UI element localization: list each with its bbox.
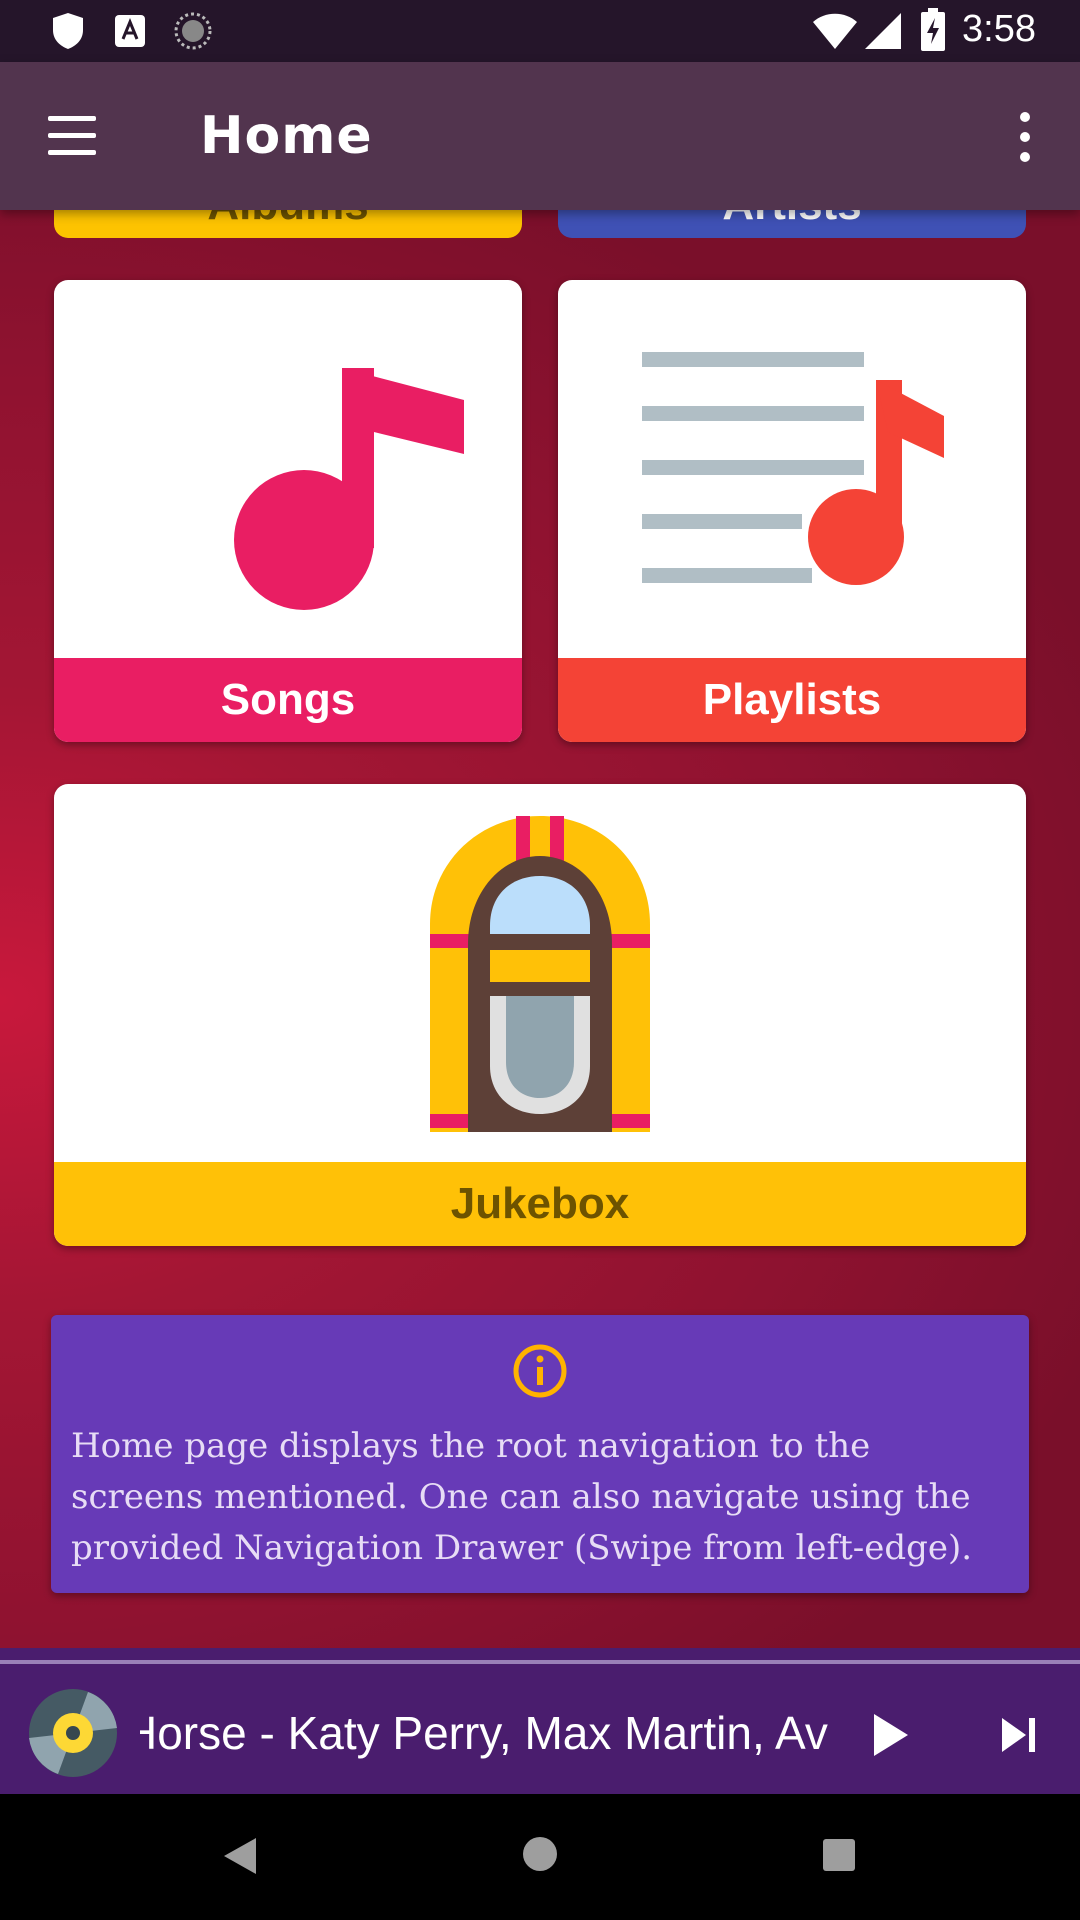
music-note-icon [234, 368, 464, 610]
info-icon [513, 1344, 567, 1398]
a11y-font-icon [115, 15, 145, 47]
battery-charging-icon [921, 8, 945, 51]
sync-icon [174, 12, 212, 50]
cell-signal-icon [865, 13, 901, 49]
info-panel: Home page displays the root navigation t… [51, 1315, 1029, 1593]
playlists-label: Playlists [558, 658, 1026, 742]
playlist-icon [642, 352, 944, 585]
app-bar: Home [0, 62, 1080, 210]
now-playing-bar[interactable]: Horse - Katy Perry, Max Martin, Av [0, 1648, 1080, 1794]
jukebox-tile[interactable]: Jukebox [54, 784, 1026, 1246]
page-title: Home [200, 106, 373, 166]
songs-label: Songs [54, 658, 522, 742]
progress-track [0, 1660, 1080, 1664]
wifi-icon [813, 13, 857, 49]
system-nav-bar [0, 1794, 1080, 1920]
status-bar: 3:58 [0, 0, 1080, 62]
home-icon[interactable] [522, 1836, 558, 1872]
skip-next-icon[interactable] [1000, 1716, 1038, 1754]
jukebox-icon [430, 816, 650, 1132]
hamburger-menu-icon[interactable] [44, 114, 100, 158]
clock: 3:58 [962, 8, 1036, 50]
play-icon[interactable] [870, 1712, 910, 1758]
track-title-text: Horse - Katy Perry, Max Martin, Av [140, 1707, 828, 1759]
shield-icon [53, 13, 83, 49]
album-art-disc-icon[interactable] [28, 1688, 118, 1778]
home-screen: 3:58 Home Albums Artists Songs [0, 0, 1080, 1920]
back-icon[interactable] [222, 1836, 258, 1876]
playlists-tile[interactable]: Playlists [558, 280, 1026, 742]
more-vert-icon[interactable] [1010, 112, 1040, 162]
info-text: Home page displays the root navigation t… [71, 1426, 973, 1568]
recents-icon[interactable] [822, 1838, 856, 1872]
track-title: Horse - Katy Perry, Max Martin, Av [140, 1706, 830, 1760]
songs-tile[interactable]: Songs [54, 280, 522, 742]
jukebox-label: Jukebox [54, 1162, 1026, 1246]
